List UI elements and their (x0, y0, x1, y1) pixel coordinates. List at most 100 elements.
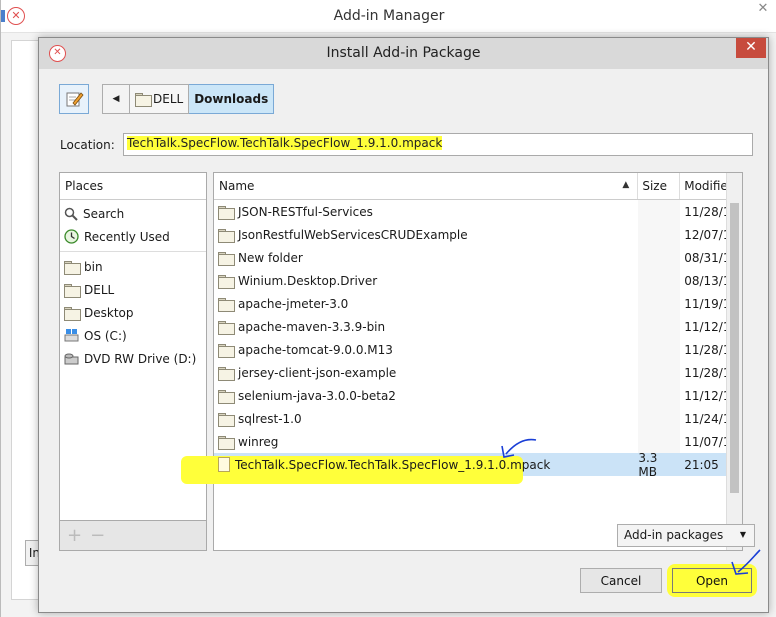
place-label: Desktop (84, 305, 134, 320)
add-in-manager-titlebar: ✕ Add-in Manager ✕ (1, 0, 776, 33)
install-add-in-package-dialog: ✕ Install Add-in Package ✕ ◀ DELL Downlo… (38, 37, 769, 613)
file-size (638, 200, 681, 223)
file-size: 3.3 MB (638, 451, 681, 479)
file-name-cell: jersey-client-json-example (214, 365, 638, 381)
pencil-icon (66, 92, 84, 107)
column-label: Name (219, 179, 255, 193)
file-name-cell: winreg (214, 434, 638, 450)
file-list-header: Name ▲ Size Modified (214, 173, 742, 200)
path-crumb-label: Downloads (194, 92, 269, 106)
file-name-cell: apache-jmeter-3.0 (214, 296, 638, 312)
folder-icon (218, 320, 235, 335)
file-name-cell: TechTalk.SpecFlow.TechTalk.SpecFlow_1.9.… (214, 457, 638, 472)
place-item-desktop[interactable]: Desktop (60, 301, 206, 324)
place-item-os-drive[interactable]: OS (C:) (60, 324, 206, 347)
place-item-recently-used[interactable]: Recently Used (60, 225, 206, 248)
search-icon (64, 207, 78, 221)
file-row[interactable]: selenium-java-3.0.0-beta2 11/12/16 (214, 384, 742, 407)
folder-icon (64, 260, 81, 275)
file-row[interactable]: Winium.Desktop.Driver 08/13/16 (214, 269, 742, 292)
file-name-cell: Winium.Desktop.Driver (214, 273, 638, 289)
add-place-icon[interactable]: + (67, 525, 82, 546)
file-name: New folder (238, 250, 303, 265)
folder-icon (218, 228, 235, 243)
file-size (638, 315, 681, 338)
path-crumb-label: DELL (153, 92, 184, 106)
place-item-search[interactable]: Search (60, 202, 206, 225)
column-name-header[interactable]: Name ▲ (214, 173, 639, 199)
add-in-manager-close-icon[interactable]: ✕ (752, 0, 774, 20)
close-icon: ✕ (745, 39, 757, 55)
places-footer: + − (59, 521, 207, 551)
add-in-manager-title: Add-in Manager (333, 8, 445, 24)
folder-icon (218, 389, 235, 404)
file-size (638, 384, 681, 407)
path-back-button[interactable]: ◀ (102, 84, 130, 114)
file-row[interactable]: apache-jmeter-3.0 11/19/16 (214, 292, 742, 315)
file-list: Name ▲ Size Modified JSON-RESTful-Servic… (213, 172, 743, 551)
file-name: sqlrest-1.0 (238, 411, 302, 426)
file-name: JsonRestfulWebServicesCRUDExample (238, 227, 468, 242)
folder-icon (218, 343, 235, 358)
folder-icon (218, 435, 235, 450)
file-name: apache-jmeter-3.0 (238, 296, 349, 311)
file-name: winreg (238, 434, 279, 449)
open-button[interactable]: Open (672, 568, 752, 593)
places-divider (60, 251, 206, 252)
place-item-bin[interactable]: bin (60, 255, 206, 278)
file-name: TechTalk.SpecFlow.TechTalk.SpecFlow_1.9.… (235, 457, 551, 472)
place-label: OS (C:) (84, 328, 127, 343)
folder-icon (64, 306, 81, 321)
file-row[interactable]: apache-maven-3.3.9-bin 11/12/16 (214, 315, 742, 338)
file-row[interactable]: sqlrest-1.0 11/24/16 (214, 407, 742, 430)
file-name: jersey-client-json-example (238, 365, 397, 380)
location-value: TechTalk.SpecFlow.TechTalk.SpecFlow_1.9.… (127, 136, 443, 150)
location-label: Location: (60, 138, 115, 152)
location-input[interactable]: TechTalk.SpecFlow.TechTalk.SpecFlow_1.9.… (123, 133, 753, 156)
dvd-drive-icon (64, 353, 79, 365)
file-size (638, 407, 681, 430)
file-size (638, 223, 681, 246)
place-item-dell[interactable]: DELL (60, 278, 206, 301)
add-in-manager-right-edge (768, 40, 776, 600)
path-crumb-dell[interactable]: DELL (130, 84, 190, 114)
place-label: DVD RW Drive (D:) (84, 351, 197, 366)
file-size (638, 361, 681, 384)
file-name: apache-tomcat-9.0.0.M13 (238, 342, 393, 357)
place-label: Search (83, 206, 125, 221)
file-type-filter[interactable]: Add-in packages ▼ (617, 524, 755, 547)
scrollbar-thumb[interactable] (730, 203, 739, 493)
file-row[interactable]: jersey-client-json-example 11/28/16 (214, 361, 742, 384)
cancel-button[interactable]: Cancel (580, 568, 662, 593)
folder-icon (64, 283, 81, 298)
file-name-cell: JsonRestfulWebServicesCRUDExample (214, 227, 638, 243)
folder-icon (218, 297, 235, 312)
place-label: DELL (84, 282, 115, 297)
chevron-down-icon: ▼ (739, 530, 746, 539)
file-name: apache-maven-3.3.9-bin (238, 319, 386, 334)
file-list-scrollbar[interactable] (726, 173, 742, 550)
file-row[interactable]: New folder 08/31/16 (214, 246, 742, 269)
path-bar: ◀ DELL Downloads (102, 84, 275, 114)
file-row[interactable]: JSON-RESTful-Services 11/28/16 (214, 200, 742, 223)
column-size-header[interactable]: Size (638, 173, 681, 199)
file-name: selenium-java-3.0.0-beta2 (238, 388, 396, 403)
folder-icon (218, 251, 235, 266)
path-crumb-downloads[interactable]: Downloads (189, 84, 275, 114)
place-label: Recently Used (84, 229, 170, 244)
folder-icon (218, 412, 235, 427)
file-icon (218, 457, 230, 472)
sort-up-icon: ▲ (622, 180, 630, 190)
file-row[interactable]: JsonRestfulWebServicesCRUDExample 12/07/1… (214, 223, 742, 246)
file-name-cell: apache-tomcat-9.0.0.M13 (214, 342, 638, 358)
file-name-cell: sqlrest-1.0 (214, 411, 638, 427)
folder-icon (135, 93, 152, 107)
left-arrow-icon: ◀ (112, 94, 120, 104)
dialog-close-button[interactable]: ✕ (736, 38, 766, 58)
file-name: Winium.Desktop.Driver (238, 273, 378, 288)
dialog-title: Install Add-in Package (326, 45, 481, 61)
place-item-dvd-drive[interactable]: DVD RW Drive (D:) (60, 347, 206, 370)
type-location-button[interactable] (59, 84, 89, 114)
file-row[interactable]: apache-tomcat-9.0.0.M13 11/28/16 (214, 338, 742, 361)
remove-place-icon[interactable]: − (90, 525, 105, 546)
